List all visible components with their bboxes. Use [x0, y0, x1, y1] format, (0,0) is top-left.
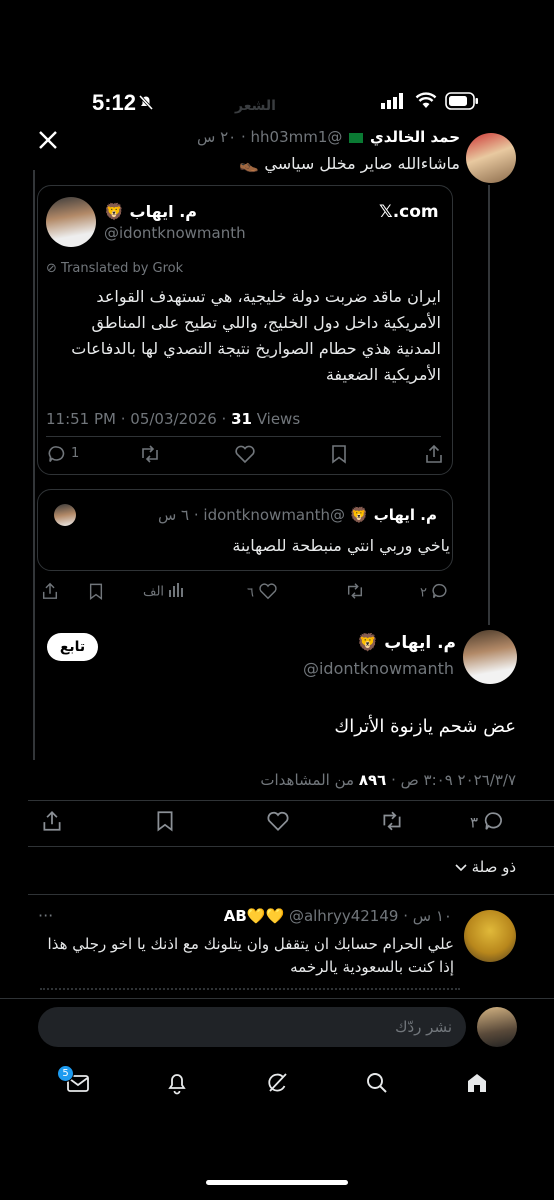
reply-avatar[interactable]: [464, 910, 516, 962]
parent-avatar[interactable]: [466, 133, 516, 183]
parent-views: الف: [143, 582, 184, 602]
parent-reply-icon[interactable]: [431, 582, 449, 604]
home-icon[interactable]: [465, 1071, 489, 1095]
faded-header-title: الشعر: [235, 98, 276, 114]
parent-bookmark-icon[interactable]: [88, 582, 104, 601]
parent-time: ٢٠ س: [197, 128, 237, 146]
silent-bell-icon: [137, 93, 155, 111]
parent-name[interactable]: حمد الخالدي: [370, 128, 460, 146]
card-like-icon[interactable]: [234, 444, 256, 464]
parent-replies[interactable]: ٢: [420, 582, 449, 604]
parent-handle[interactable]: @hh03mm1: [251, 128, 343, 146]
composer-avatar[interactable]: [477, 1007, 517, 1047]
signal-icon: [381, 93, 405, 109]
quoted-header: م. ايهاب 🦁 @idontknowmanth · ٦ س: [157, 506, 437, 524]
main-meta: ٢٠٢٦/٣/٧ ٣:٠٩ ص · ٨٩٦ من المشاهدات: [260, 771, 516, 789]
search-icon[interactable]: [365, 1071, 389, 1095]
main-avatar[interactable]: [463, 630, 517, 684]
card-body: ايران ماقد ضربت دولة خليجية، هي تستهدف ا…: [71, 287, 441, 384]
quote-bar: [33, 170, 35, 760]
card-share-icon[interactable]: [424, 443, 444, 465]
main-like-icon[interactable]: [266, 810, 290, 832]
main-divider-bottom: [28, 846, 554, 847]
card-meta: 11:51 PM · 05/03/2026 · 31 Views: [46, 410, 301, 428]
quoted-reply-card[interactable]: [37, 489, 453, 571]
parent-share-icon[interactable]: [41, 581, 59, 601]
battery-icon: [445, 92, 479, 110]
card-bookmark-icon[interactable]: [330, 444, 348, 464]
card-site: 𝕏.com: [379, 202, 439, 222]
reply-composer-input[interactable]: نشر ردّك: [38, 1007, 466, 1047]
card-divider: [46, 436, 441, 437]
parent-retweet-icon[interactable]: [345, 582, 365, 600]
card-name: م. ايهاب 🦁: [104, 202, 198, 221]
translate-icon: ⊘: [46, 261, 57, 276]
main-text: عض شحم يازنوة الأتراك: [334, 716, 516, 737]
home-indicator: [206, 1180, 348, 1185]
card-retweet-icon[interactable]: [139, 444, 161, 464]
parent-likes[interactable]: ٦: [247, 582, 278, 604]
parent-header: حمد الخالدي @hh03mm1 · ٢٠ س: [197, 128, 460, 146]
grok-icon[interactable]: [265, 1071, 289, 1095]
parent-text: ماشاءالله صاير مخلل سياسي 👞: [239, 154, 460, 173]
sort-divider: [28, 894, 554, 895]
parent-like-icon[interactable]: [258, 582, 278, 604]
quoted-text: ياخي وربي انتي منبطحة للصهاينة: [232, 536, 450, 555]
card-avatar[interactable]: [46, 197, 96, 247]
notifications-icon[interactable]: [166, 1071, 188, 1095]
main-name[interactable]: م. ايهاب 🦁: [256, 633, 456, 653]
sort-selector[interactable]: ذو صلة: [455, 858, 516, 877]
reply-header: AB💛💛 @alhryy42149 · ١٠ س: [223, 907, 452, 925]
wifi-icon: [415, 92, 437, 109]
views-icon: [168, 582, 184, 602]
status-time: 5:12: [92, 90, 137, 115]
main-retweet-icon[interactable]: [380, 810, 404, 832]
main-share-icon[interactable]: [41, 809, 63, 833]
card-handle: @idontknowmanth: [104, 224, 246, 242]
quoted-avatar: [54, 504, 76, 526]
reply-text: علي الحرام حسابك ان يتقفل وان يتلونك مع …: [47, 935, 454, 976]
translated-by: ⊘ Translated by Grok: [46, 261, 184, 276]
card-reply-icon[interactable]: [47, 444, 67, 464]
main-bookmark-icon[interactable]: [155, 810, 175, 832]
main-reply-icon[interactable]: [483, 810, 505, 836]
status-bar: 5:12: [0, 0, 554, 115]
main-divider-top: [28, 800, 554, 801]
more-options-icon[interactable]: ···: [38, 906, 53, 925]
thread-line: [488, 185, 490, 625]
flag-icon: [349, 132, 364, 143]
messages-badge: 5: [57, 1065, 74, 1082]
main-replies[interactable]: ٣: [470, 810, 505, 836]
composer-divider: [0, 998, 554, 999]
follow-button[interactable]: تابع: [47, 633, 98, 661]
main-handle[interactable]: @idontknowmanth: [303, 659, 454, 678]
card-reply-count: 1: [71, 446, 80, 461]
chevron-down-icon: [455, 859, 467, 877]
